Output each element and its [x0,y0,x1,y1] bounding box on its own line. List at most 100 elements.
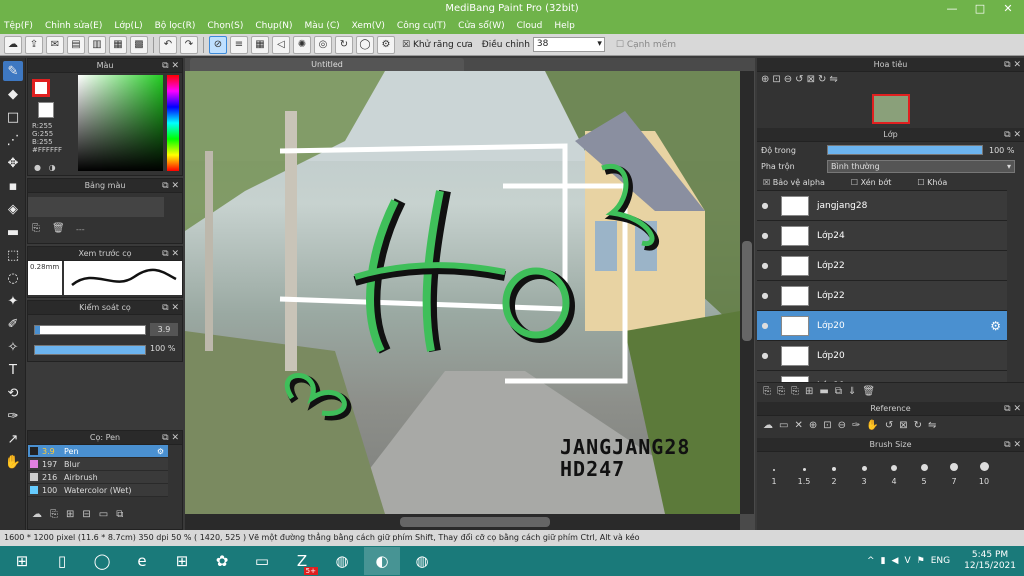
snap-off-icon[interactable]: ⊘ [209,35,227,54]
chrome-n-icon[interactable]: ◍ [404,547,440,575]
layer-row[interactable]: ● Lớp22 [757,281,1007,311]
lock-checkbox[interactable]: ☐ Khóa [917,178,947,187]
menu-file[interactable]: Tệp(F) [4,21,33,31]
brush-tool-icon[interactable]: ✎ [3,61,23,81]
brush-list-item[interactable]: 100 Watercolor (Wet) [28,484,168,497]
flip-icon[interactable]: ⇋ [829,74,837,88]
brush-size-option[interactable]: 3 [849,466,879,486]
snap-curve-icon[interactable]: ↻ [335,35,353,54]
menu-view[interactable]: Xem(V) [352,21,385,31]
menu-help[interactable]: Help [554,21,575,31]
add-halftone-icon[interactable]: ⊞ [805,386,813,399]
move-tool-icon[interactable]: ✥ [3,153,23,173]
menu-cloud[interactable]: Cloud [517,21,543,31]
file-icon[interactable]: ▯ [44,547,80,575]
eye-icon[interactable]: ● [757,381,773,382]
brush-list-item[interactable]: 216 Airbrush [28,471,168,484]
menu-tools[interactable]: Công cụ(T) [397,21,446,31]
zoom-fit-icon[interactable]: ⊡ [772,74,780,88]
folder-icon[interactable]: ▭ [779,420,788,434]
store-icon[interactable]: ⊞ [164,547,200,575]
eye-icon[interactable]: ● [757,201,773,210]
grid-icon[interactable]: ▩ [130,35,148,54]
smooth-checkbox[interactable]: ☐ Cạnh mềm [616,40,676,50]
medibang-icon[interactable]: ◐ [364,547,400,575]
snap-cross-icon[interactable]: ▦ [251,35,269,54]
gear-icon[interactable]: ⚙ [157,447,164,456]
redo-icon[interactable]: ↷ [180,35,198,54]
panel-controls-icon[interactable]: ⧉ ✕ [1004,402,1021,416]
palette-add-icon[interactable]: ⎘ [32,223,40,234]
gear-icon[interactable]: ⚙ [990,319,1001,333]
new-layer-icon[interactable]: ⎘ [763,386,771,399]
merge-down-icon[interactable]: ⇓ [848,386,856,399]
brush-size-option[interactable]: 5 [909,464,939,486]
tray-chevron-icon[interactable]: ^ [867,556,875,566]
tray-flag-icon[interactable]: ⚑ [917,556,925,566]
comment-icon[interactable]: ✉ [46,35,64,54]
brush-size-option[interactable]: 4 [879,465,909,486]
hand-icon[interactable]: ✋ [866,420,878,434]
brush-list-item[interactable]: 197 Blur [28,458,168,471]
brush-size-value[interactable]: 3.9 [150,323,178,336]
menu-layer[interactable]: Lớp(L) [114,21,142,31]
panel-controls-icon[interactable]: ⧉ ✕ [162,301,179,315]
eyedropper-icon[interactable]: ✑ [852,420,860,434]
menu-filter[interactable]: Bộ lọc(R) [155,21,196,31]
panel-controls-icon[interactable]: ⧉ ✕ [162,179,179,193]
panel-controls-icon[interactable]: ⧉ ✕ [1004,128,1021,142]
layer-row[interactable]: ● jangjang28 [757,191,1007,221]
antialias-checkbox[interactable]: ☒ Khử răng cưa [402,40,473,50]
panel-controls-icon[interactable]: ⧉ ✕ [162,59,179,73]
clock[interactable]: 5:45 PM 12/15/2021 [964,550,1016,572]
color-saturation-field[interactable] [78,75,163,171]
zalo-icon[interactable]: Z 5+ [284,547,320,575]
lasso-tool-icon[interactable]: ◌ [3,268,23,288]
close-icon[interactable]: ✕ [794,420,802,434]
gradient-tool-icon[interactable]: ▬ [3,222,23,242]
eye-icon[interactable]: ● [757,321,773,330]
settings-icon[interactable]: ⚙ [377,35,395,54]
layer-row[interactable]: ● Lớp24 [757,221,1007,251]
brush-size-option[interactable]: 2 [819,467,849,486]
zoom-out-icon[interactable]: ⊖ [838,420,846,434]
tray-app-icon[interactable]: V [904,556,910,566]
vertical-scroll-thumb[interactable] [742,241,752,341]
eye-icon[interactable]: ● [757,261,773,270]
chrome-icon[interactable]: ◍ [324,547,360,575]
adjust-select[interactable]: 38 ▾ [532,37,605,52]
tab-untitled[interactable]: Untitled [190,58,464,71]
menu-edit[interactable]: Chỉnh sửa(E) [45,21,102,31]
rotate-right-icon[interactable]: ↻ [818,74,826,88]
select-tool-icon[interactable]: ⬚ [3,245,23,265]
snap-vanish-icon[interactable]: ◁ [272,35,290,54]
cloud-icon[interactable]: ☁ [4,35,22,54]
select-pen-icon[interactable]: ✐ [3,314,23,334]
cloud-icon[interactable]: ☁ [763,420,773,434]
horizontal-scrollbar[interactable] [185,514,740,530]
brush-opacity-slider[interactable] [34,345,146,355]
undo-icon[interactable]: ↶ [159,35,177,54]
dot-tool-icon[interactable]: ⋰ [3,130,23,150]
reset-icon[interactable]: ⊠ [899,420,907,434]
maximize-button[interactable]: □ [966,0,994,18]
panel-controls-icon[interactable]: ⧉ ✕ [1004,58,1021,72]
minimize-button[interactable]: — [938,0,966,18]
layer-row[interactable]: ● Lớp22 [757,251,1007,281]
message-icon[interactable]: ▤ [67,35,85,54]
tray-network-icon[interactable]: ▮ [881,556,886,566]
opera-icon[interactable]: ◯ [84,547,120,575]
menu-color[interactable]: Màu (C) [305,21,340,31]
eye-icon[interactable]: ● [757,351,773,360]
secondary-color-swatch[interactable] [38,102,54,118]
text-tool-icon[interactable]: T [3,360,23,380]
rotate-left-icon[interactable]: ↺ [885,420,893,434]
menu-select[interactable]: Chọn(S) [207,21,243,31]
hand-tool-icon[interactable]: ✋ [3,452,23,472]
brush-size-option[interactable]: 1 [759,469,789,486]
grid-page-icon[interactable]: ▦ [109,35,127,54]
rect-tool-icon[interactable]: □ [3,107,23,127]
edge-icon[interactable]: e [124,547,160,575]
divide-tool-icon[interactable]: ⟲ [3,383,23,403]
folder-icon[interactable]: ▭ [244,547,280,575]
